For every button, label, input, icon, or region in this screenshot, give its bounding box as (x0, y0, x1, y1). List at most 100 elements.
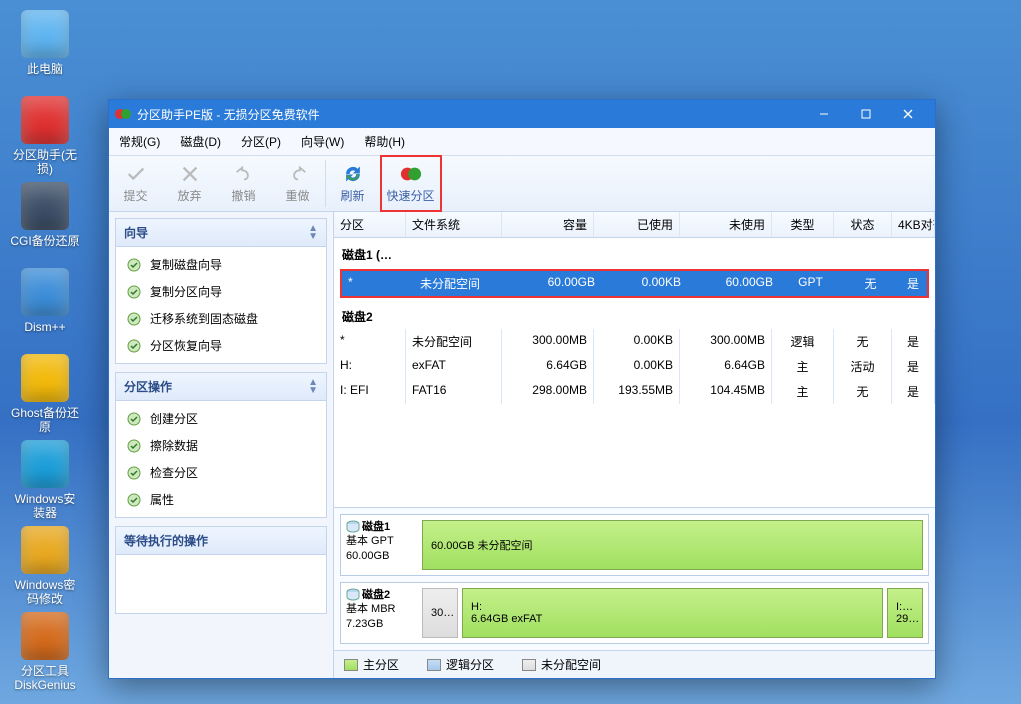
disk-map[interactable]: 磁盘1基本 GPT60.00GB60.00GB 未分配空间 (340, 514, 929, 576)
collapse-icon[interactable]: ▲▼ (308, 225, 318, 241)
legend-swatch (427, 659, 441, 671)
toolbar-label: 提交 (123, 187, 147, 204)
cell: 193.55MB (594, 379, 680, 404)
partition-bar[interactable]: I:…29… (887, 588, 923, 638)
sidebar-item[interactable]: 擦除数据 (116, 432, 326, 459)
sidebar-item-label: 检查分区 (150, 464, 198, 481)
cell: 6.64GB (680, 354, 772, 379)
sidebar: 向导▲▼ 复制磁盘向导复制分区向导迁移系统到固态磁盘分区恢复向导 分区操作▲▼ … (109, 212, 334, 678)
desktop-icon[interactable]: Windows密码修改 (10, 526, 80, 607)
toolbar-快速分区[interactable]: 快速分区 (384, 159, 438, 208)
menu-item[interactable]: 向导(W) (297, 130, 348, 153)
sidebar-item[interactable]: 检查分区 (116, 459, 326, 486)
toolbar-label: 放弃 (177, 187, 201, 204)
toolbar-label: 重做 (285, 187, 309, 204)
cell: 60.00GB (510, 271, 602, 296)
partition-bar[interactable]: 30… (422, 588, 458, 638)
column-header[interactable]: 未使用 (680, 212, 772, 237)
sidebar-item[interactable]: 迁移系统到固态磁盘 (116, 305, 326, 332)
column-header[interactable]: 状态 (834, 212, 892, 237)
menu-item[interactable]: 磁盘(D) (176, 130, 225, 153)
cell: 298.00MB (502, 379, 594, 404)
sidebar-item[interactable]: 分区恢复向导 (116, 332, 326, 359)
partition-row[interactable]: *未分配空间60.00GB0.00KB60.00GBGPT无是 (342, 271, 927, 296)
desktop-icon[interactable]: Dism++ (10, 268, 80, 334)
cell: 是 (892, 379, 935, 404)
sidebar-item[interactable]: 复制磁盘向导 (116, 251, 326, 278)
minimize-button[interactable] (803, 100, 845, 128)
desktop-icon-label: 分区工具DiskGenius (10, 664, 80, 693)
cell: 无 (834, 329, 892, 354)
cell: 0.00KB (602, 271, 688, 296)
cell: 逻辑 (772, 329, 834, 354)
cell: 0.00KB (594, 329, 680, 354)
cell: * (334, 329, 406, 354)
sidebar-item-label: 创建分区 (150, 410, 198, 427)
toolbar: 提交放弃撤销重做刷新快速分区 (109, 156, 935, 212)
cell: 300.00MB (680, 329, 772, 354)
desktop-icon[interactable]: CGI备份还原 (10, 182, 80, 248)
partition-bar[interactable]: H:6.64GB exFAT (462, 588, 883, 638)
legend: 主分区 逻辑分区 未分配空间 (334, 650, 935, 678)
window-title: 分区助手PE版 - 无损分区免费软件 (137, 106, 803, 123)
column-header[interactable]: 4KB对齐 (892, 212, 935, 237)
cell: 300.00MB (502, 329, 594, 354)
cell: H: (334, 354, 406, 379)
desktop-icon[interactable]: 此电脑 (10, 10, 80, 76)
legend-label: 逻辑分区 (446, 656, 494, 673)
close-button[interactable] (887, 100, 929, 128)
disk-info: 磁盘1基本 GPT60.00GB (346, 520, 416, 570)
cell: FAT16 (406, 379, 502, 404)
partition-list: 磁盘1 (…*未分配空间60.00GB0.00KB60.00GBGPT无是磁盘2… (334, 238, 935, 507)
disk-bars: 60.00GB 未分配空间 (422, 520, 923, 570)
partition-row[interactable]: I: EFIFAT16298.00MB193.55MB104.45MB主无是 (334, 379, 935, 404)
maximize-button[interactable] (845, 100, 887, 128)
cell: 是 (892, 354, 935, 379)
column-header[interactable]: 文件系统 (406, 212, 502, 237)
legend-swatch (522, 659, 536, 671)
toolbar-刷新[interactable]: 刷新 (326, 156, 380, 211)
desktop-icon[interactable]: Ghost备份还原 (10, 354, 80, 435)
desktop-icon-label: 分区助手(无损) (10, 148, 80, 177)
disk-map[interactable]: 磁盘2基本 MBR7.23GB30…H:6.64GB exFATI:…29… (340, 582, 929, 644)
cell: exFAT (406, 354, 502, 379)
desktop-icon-label: Dism++ (10, 320, 80, 334)
disk-section-title: 磁盘2 (334, 300, 935, 329)
partition-bar[interactable]: 60.00GB 未分配空间 (422, 520, 923, 570)
legend-item: 逻辑分区 (427, 656, 494, 673)
sidebar-item[interactable]: 属性 (116, 486, 326, 513)
sidebar-item[interactable]: 创建分区 (116, 405, 326, 432)
bullet-icon (126, 257, 142, 273)
partition-row[interactable]: H:exFAT6.64GB0.00KB6.64GB主活动是 (334, 354, 935, 379)
menu-item[interactable]: 常规(G) (115, 130, 164, 153)
menubar: 常规(G) 磁盘(D) 分区(P) 向导(W) 帮助(H) (109, 128, 935, 156)
menu-item[interactable]: 分区(P) (237, 130, 285, 153)
cell: 主 (772, 379, 834, 404)
menu-item[interactable]: 帮助(H) (360, 130, 409, 153)
legend-label: 未分配空间 (541, 656, 601, 673)
desktop-icon[interactable]: 分区助手(无损) (10, 96, 80, 177)
pending-title: 等待执行的操作 (124, 532, 208, 549)
desktop-icon[interactable]: Windows安装器 (10, 440, 80, 521)
toolbar-放弃: 放弃 (163, 156, 217, 211)
titlebar[interactable]: 分区助手PE版 - 无损分区免费软件 (109, 100, 935, 128)
legend-item: 未分配空间 (522, 656, 601, 673)
bullet-icon (126, 311, 142, 327)
column-header[interactable]: 类型 (772, 212, 834, 237)
collapse-icon[interactable]: ▲▼ (308, 379, 318, 395)
desktop-icon-label: CGI备份还原 (10, 234, 80, 248)
disk-maps: 磁盘1基本 GPT60.00GB60.00GB 未分配空间磁盘2基本 MBR7.… (334, 507, 935, 650)
column-header[interactable]: 已使用 (594, 212, 680, 237)
cell: 104.45MB (680, 379, 772, 404)
cell: 未分配空间 (406, 329, 502, 354)
sidebar-item-label: 复制分区向导 (150, 283, 222, 300)
column-header[interactable]: 容量 (502, 212, 594, 237)
bullet-icon (126, 284, 142, 300)
partition-row[interactable]: *未分配空间300.00MB0.00KB300.00MB逻辑无是 (334, 329, 935, 354)
desktop-icon[interactable]: 分区工具DiskGenius (10, 612, 80, 693)
column-header[interactable]: 分区 (334, 212, 406, 237)
快速分区-icon (400, 163, 422, 185)
bullet-icon (126, 492, 142, 508)
sidebar-item[interactable]: 复制分区向导 (116, 278, 326, 305)
legend-item: 主分区 (344, 656, 399, 673)
